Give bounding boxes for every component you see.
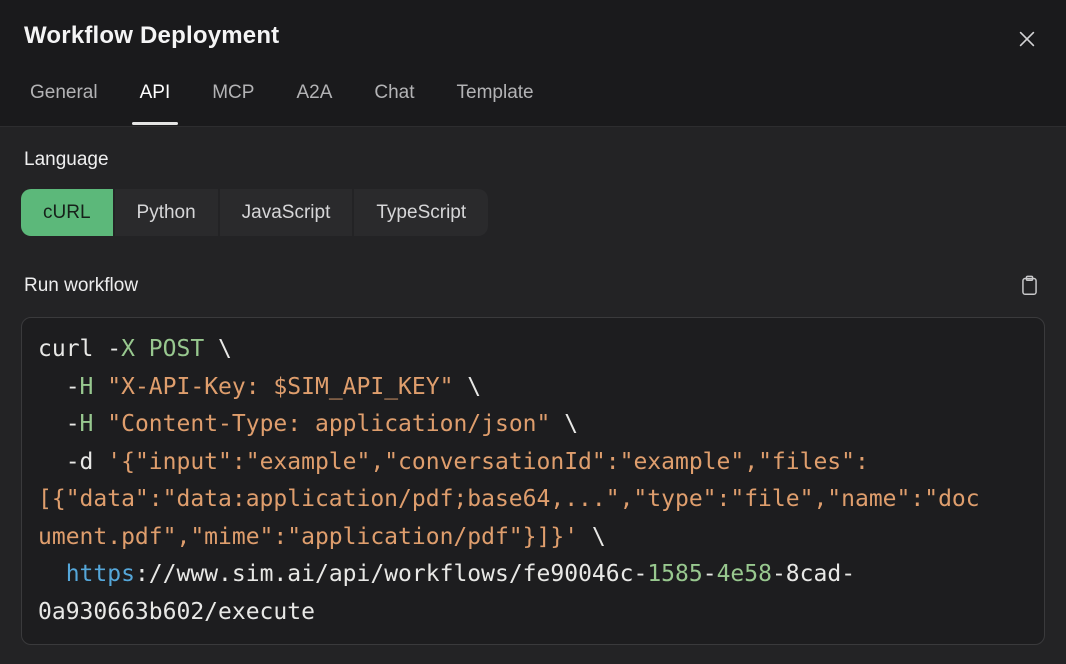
language-option-typescript[interactable]: TypeScript bbox=[354, 189, 488, 236]
code-line: 0a930663b602/execute bbox=[38, 594, 1028, 632]
code-line: -H "Content-Type: application/json" \ bbox=[38, 406, 1028, 444]
tab-general[interactable]: General bbox=[30, 80, 98, 106]
close-icon bbox=[1016, 28, 1038, 50]
code-line: [{"data":"data:application/pdf;base64,..… bbox=[38, 481, 1028, 519]
modal-title: Workflow Deployment bbox=[24, 22, 279, 50]
modal-content: Language cURLPythonJavaScriptTypeScript … bbox=[0, 127, 1066, 664]
language-option-curl[interactable]: cURL bbox=[21, 189, 113, 236]
code-line: https://www.sim.ai/api/workflows/fe90046… bbox=[38, 556, 1028, 594]
code-block[interactable]: curl -X POST \ -H "X-API-Key: $SIM_API_K… bbox=[21, 317, 1045, 645]
code-line: curl -X POST \ bbox=[38, 331, 1028, 369]
clipboard-icon bbox=[1019, 274, 1040, 297]
tab-chat[interactable]: Chat bbox=[374, 80, 414, 106]
code-line: -H "X-API-Key: $SIM_API_KEY" \ bbox=[38, 369, 1028, 407]
code-line: -d '{"input":"example","conversationId":… bbox=[38, 444, 1028, 482]
tab-bar: General API MCP A2A Chat Template bbox=[24, 80, 1042, 126]
title-row: Workflow Deployment bbox=[24, 22, 1042, 54]
tab-template[interactable]: Template bbox=[457, 80, 534, 106]
modal-header: Workflow Deployment General API MCP A2A Chat… bbox=[0, 0, 1066, 127]
run-workflow-label: Run workflow bbox=[24, 275, 138, 297]
language-label: Language bbox=[24, 149, 1045, 171]
language-selector: cURLPythonJavaScriptTypeScript bbox=[21, 189, 488, 236]
workflow-deployment-modal: Workflow Deployment General API MCP A2A Chat… bbox=[0, 0, 1066, 664]
code-line: ument.pdf","mime":"application/pdf"}]}' … bbox=[38, 519, 1028, 557]
run-workflow-row: Run workflow bbox=[21, 272, 1045, 299]
tab-a2a[interactable]: A2A bbox=[296, 80, 332, 106]
close-button[interactable] bbox=[1012, 24, 1042, 54]
language-option-javascript[interactable]: JavaScript bbox=[220, 189, 353, 236]
tab-mcp[interactable]: MCP bbox=[212, 80, 254, 106]
language-option-python[interactable]: Python bbox=[115, 189, 218, 236]
tab-api[interactable]: API bbox=[140, 80, 171, 106]
copy-button[interactable] bbox=[1017, 272, 1042, 299]
